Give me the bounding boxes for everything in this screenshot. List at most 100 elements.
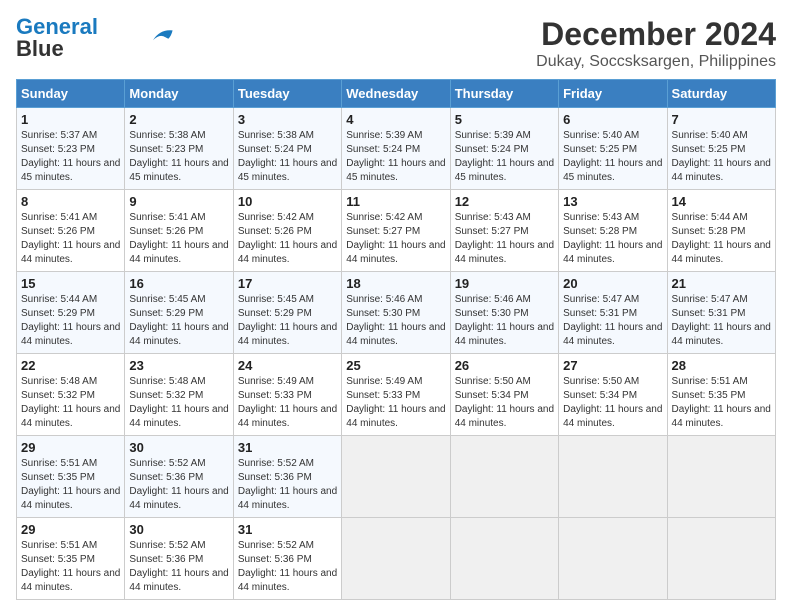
day-number: 2 xyxy=(129,112,228,127)
logo-bird-icon xyxy=(146,27,174,45)
day-number: 29 xyxy=(21,522,120,537)
day-number: 22 xyxy=(21,358,120,373)
day-number: 3 xyxy=(238,112,337,127)
calendar-cell: 30 Sunrise: 5:52 AMSunset: 5:36 PMDaylig… xyxy=(125,436,233,518)
calendar-cell: 23 Sunrise: 5:48 AMSunset: 5:32 PMDaylig… xyxy=(125,354,233,436)
calendar-cell: 10 Sunrise: 5:42 AMSunset: 5:26 PMDaylig… xyxy=(233,190,341,272)
header-monday: Monday xyxy=(125,80,233,108)
calendar-week-row: 29 Sunrise: 5:51 AMSunset: 5:35 PMDaylig… xyxy=(17,436,776,518)
calendar-cell: 31 Sunrise: 5:52 AMSunset: 5:36 PMDaylig… xyxy=(233,436,341,518)
calendar-cell: 27 Sunrise: 5:50 AMSunset: 5:34 PMDaylig… xyxy=(559,354,667,436)
calendar-cell: 22 Sunrise: 5:48 AMSunset: 5:32 PMDaylig… xyxy=(17,354,125,436)
day-number: 1 xyxy=(21,112,120,127)
day-number: 17 xyxy=(238,276,337,291)
calendar-header-row: SundayMondayTuesdayWednesdayThursdayFrid… xyxy=(17,80,776,108)
day-info: Sunrise: 5:47 AMSunset: 5:31 PMDaylight:… xyxy=(672,293,771,349)
day-info: Sunrise: 5:42 AMSunset: 5:26 PMDaylight:… xyxy=(238,211,337,267)
calendar-cell: 9 Sunrise: 5:41 AMSunset: 5:26 PMDayligh… xyxy=(125,190,233,272)
calendar-cell: 25 Sunrise: 5:49 AMSunset: 5:33 PMDaylig… xyxy=(342,354,450,436)
day-info: Sunrise: 5:40 AMSunset: 5:25 PMDaylight:… xyxy=(563,129,662,185)
calendar-cell: 14 Sunrise: 5:44 AMSunset: 5:28 PMDaylig… xyxy=(667,190,775,272)
calendar-cell xyxy=(559,518,667,600)
day-number: 16 xyxy=(129,276,228,291)
calendar-cell: 18 Sunrise: 5:46 AMSunset: 5:30 PMDaylig… xyxy=(342,272,450,354)
day-info: Sunrise: 5:37 AMSunset: 5:23 PMDaylight:… xyxy=(21,129,120,185)
day-info: Sunrise: 5:40 AMSunset: 5:25 PMDaylight:… xyxy=(672,129,771,185)
calendar-cell: 8 Sunrise: 5:41 AMSunset: 5:26 PMDayligh… xyxy=(17,190,125,272)
calendar-cell xyxy=(667,436,775,518)
day-number: 11 xyxy=(346,194,445,209)
calendar-cell: 12 Sunrise: 5:43 AMSunset: 5:27 PMDaylig… xyxy=(450,190,558,272)
day-number: 20 xyxy=(563,276,662,291)
calendar-cell xyxy=(559,436,667,518)
day-info: Sunrise: 5:41 AMSunset: 5:26 PMDaylight:… xyxy=(129,211,228,267)
page-header: GeneralBlue December 2024 Dukay, Soccsks… xyxy=(16,16,776,71)
header-wednesday: Wednesday xyxy=(342,80,450,108)
calendar-cell: 13 Sunrise: 5:43 AMSunset: 5:28 PMDaylig… xyxy=(559,190,667,272)
day-info: Sunrise: 5:39 AMSunset: 5:24 PMDaylight:… xyxy=(455,129,554,185)
day-number: 18 xyxy=(346,276,445,291)
day-number: 25 xyxy=(346,358,445,373)
calendar-cell: 7 Sunrise: 5:40 AMSunset: 5:25 PMDayligh… xyxy=(667,108,775,190)
day-info: Sunrise: 5:41 AMSunset: 5:26 PMDaylight:… xyxy=(21,211,120,267)
calendar-table: SundayMondayTuesdayWednesdayThursdayFrid… xyxy=(16,79,776,600)
calendar-cell: 21 Sunrise: 5:47 AMSunset: 5:31 PMDaylig… xyxy=(667,272,775,354)
day-info: Sunrise: 5:52 AMSunset: 5:36 PMDaylight:… xyxy=(129,539,228,595)
calendar-cell: 16 Sunrise: 5:45 AMSunset: 5:29 PMDaylig… xyxy=(125,272,233,354)
day-info: Sunrise: 5:52 AMSunset: 5:36 PMDaylight:… xyxy=(129,457,228,513)
calendar-cell: 11 Sunrise: 5:42 AMSunset: 5:27 PMDaylig… xyxy=(342,190,450,272)
calendar-cell xyxy=(342,518,450,600)
day-number: 27 xyxy=(563,358,662,373)
calendar-cell: 28 Sunrise: 5:51 AMSunset: 5:35 PMDaylig… xyxy=(667,354,775,436)
day-number: 9 xyxy=(129,194,228,209)
day-info: Sunrise: 5:50 AMSunset: 5:34 PMDaylight:… xyxy=(455,375,554,431)
day-number: 30 xyxy=(129,522,228,537)
calendar-cell: 6 Sunrise: 5:40 AMSunset: 5:25 PMDayligh… xyxy=(559,108,667,190)
day-number: 30 xyxy=(129,440,228,455)
day-number: 19 xyxy=(455,276,554,291)
calendar-week-row: 29 Sunrise: 5:51 AMSunset: 5:35 PMDaylig… xyxy=(17,518,776,600)
calendar-week-row: 22 Sunrise: 5:48 AMSunset: 5:32 PMDaylig… xyxy=(17,354,776,436)
day-info: Sunrise: 5:44 AMSunset: 5:28 PMDaylight:… xyxy=(672,211,771,267)
header-sunday: Sunday xyxy=(17,80,125,108)
day-number: 24 xyxy=(238,358,337,373)
logo-text: GeneralBlue xyxy=(16,16,98,60)
day-number: 14 xyxy=(672,194,771,209)
calendar-week-row: 15 Sunrise: 5:44 AMSunset: 5:29 PMDaylig… xyxy=(17,272,776,354)
calendar-cell: 5 Sunrise: 5:39 AMSunset: 5:24 PMDayligh… xyxy=(450,108,558,190)
logo: GeneralBlue xyxy=(16,16,174,60)
calendar-cell xyxy=(667,518,775,600)
calendar-cell: 1 Sunrise: 5:37 AMSunset: 5:23 PMDayligh… xyxy=(17,108,125,190)
calendar-cell xyxy=(450,436,558,518)
day-number: 13 xyxy=(563,194,662,209)
day-info: Sunrise: 5:45 AMSunset: 5:29 PMDaylight:… xyxy=(238,293,337,349)
calendar-cell: 29 Sunrise: 5:51 AMSunset: 5:35 PMDaylig… xyxy=(17,436,125,518)
day-number: 23 xyxy=(129,358,228,373)
day-info: Sunrise: 5:49 AMSunset: 5:33 PMDaylight:… xyxy=(238,375,337,431)
day-info: Sunrise: 5:38 AMSunset: 5:23 PMDaylight:… xyxy=(129,129,228,185)
calendar-week-row: 1 Sunrise: 5:37 AMSunset: 5:23 PMDayligh… xyxy=(17,108,776,190)
calendar-cell: 30 Sunrise: 5:52 AMSunset: 5:36 PMDaylig… xyxy=(125,518,233,600)
day-number: 31 xyxy=(238,522,337,537)
header-thursday: Thursday xyxy=(450,80,558,108)
day-number: 12 xyxy=(455,194,554,209)
calendar-cell: 2 Sunrise: 5:38 AMSunset: 5:23 PMDayligh… xyxy=(125,108,233,190)
calendar-cell: 31 Sunrise: 5:52 AMSunset: 5:36 PMDaylig… xyxy=(233,518,341,600)
day-info: Sunrise: 5:46 AMSunset: 5:30 PMDaylight:… xyxy=(455,293,554,349)
day-info: Sunrise: 5:48 AMSunset: 5:32 PMDaylight:… xyxy=(129,375,228,431)
day-info: Sunrise: 5:45 AMSunset: 5:29 PMDaylight:… xyxy=(129,293,228,349)
day-number: 26 xyxy=(455,358,554,373)
day-info: Sunrise: 5:42 AMSunset: 5:27 PMDaylight:… xyxy=(346,211,445,267)
day-number: 28 xyxy=(672,358,771,373)
calendar-cell xyxy=(342,436,450,518)
day-info: Sunrise: 5:49 AMSunset: 5:33 PMDaylight:… xyxy=(346,375,445,431)
day-info: Sunrise: 5:43 AMSunset: 5:28 PMDaylight:… xyxy=(563,211,662,267)
header-saturday: Saturday xyxy=(667,80,775,108)
day-info: Sunrise: 5:48 AMSunset: 5:32 PMDaylight:… xyxy=(21,375,120,431)
day-number: 7 xyxy=(672,112,771,127)
calendar-cell: 3 Sunrise: 5:38 AMSunset: 5:24 PMDayligh… xyxy=(233,108,341,190)
day-info: Sunrise: 5:46 AMSunset: 5:30 PMDaylight:… xyxy=(346,293,445,349)
day-number: 29 xyxy=(21,440,120,455)
day-info: Sunrise: 5:52 AMSunset: 5:36 PMDaylight:… xyxy=(238,539,337,595)
calendar-cell xyxy=(450,518,558,600)
